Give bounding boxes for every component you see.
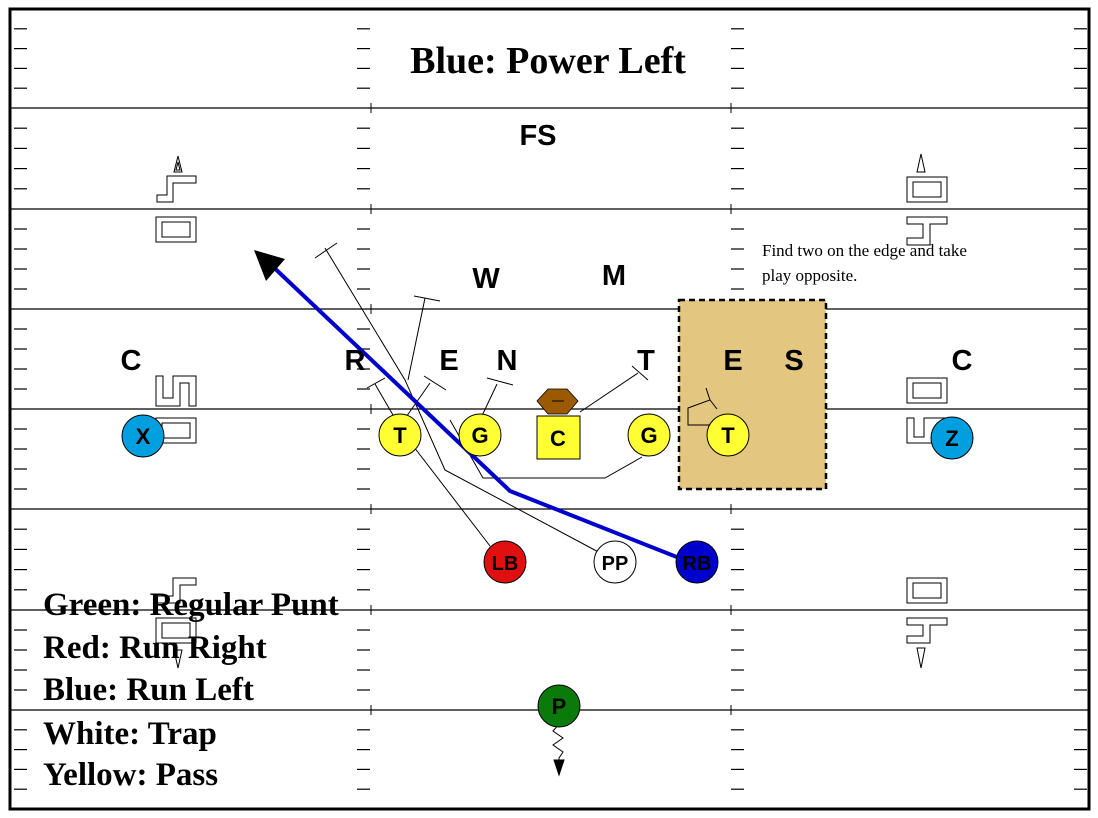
player-x: X xyxy=(121,414,165,458)
highlight-zone xyxy=(677,298,828,491)
player-label: RB xyxy=(683,553,712,575)
defender-c-left: C xyxy=(121,345,142,377)
player-g-left: G xyxy=(458,413,502,457)
player-label: X xyxy=(136,424,151,449)
play-note-line-1: Find two on the edge and take xyxy=(762,241,967,260)
play-note-line-2: play opposite. xyxy=(762,266,857,285)
player-label: C xyxy=(550,426,566,451)
player-label: PP xyxy=(602,553,629,575)
legend-yellow: Yellow: Pass xyxy=(43,757,218,793)
player-g-right: G xyxy=(627,413,671,457)
defender-fs: FS xyxy=(519,120,556,152)
player-pp: PP xyxy=(593,540,637,584)
play-title: Blue: Power Left xyxy=(410,40,686,82)
defender-r: R xyxy=(345,345,366,377)
player-label: G xyxy=(640,423,657,448)
player-label: LB xyxy=(492,553,519,575)
player-label: T xyxy=(393,423,407,448)
legend-white: White: Trap xyxy=(43,716,217,752)
player-lb: LB xyxy=(483,540,527,584)
defender-e-right: E xyxy=(723,345,742,377)
player-label: Z xyxy=(945,426,958,451)
defender-e-left: E xyxy=(439,345,458,377)
player-rb: RB xyxy=(675,540,719,584)
player-t-right: T xyxy=(706,413,750,457)
player-c: C xyxy=(536,415,581,460)
player-z: Z xyxy=(930,416,974,460)
legend-blue: Blue: Run Left xyxy=(43,672,254,708)
player-t-left: T xyxy=(378,413,422,457)
legend-red: Red: Run Right xyxy=(43,630,267,666)
player-label: T xyxy=(721,423,735,448)
defender-t: T xyxy=(637,345,655,377)
player-label: P xyxy=(552,694,567,719)
defender-m: M xyxy=(602,260,626,292)
defender-s: S xyxy=(784,345,803,377)
defender-n: N xyxy=(497,345,518,377)
defender-w: W xyxy=(472,263,500,295)
player-label: G xyxy=(471,423,488,448)
play-diagram: Blue: Power Left Find two on the edge an… xyxy=(8,7,1091,811)
defender-c-right: C xyxy=(952,345,973,377)
player-p: P xyxy=(537,684,581,728)
legend-green: Green: Regular Punt xyxy=(43,587,339,623)
